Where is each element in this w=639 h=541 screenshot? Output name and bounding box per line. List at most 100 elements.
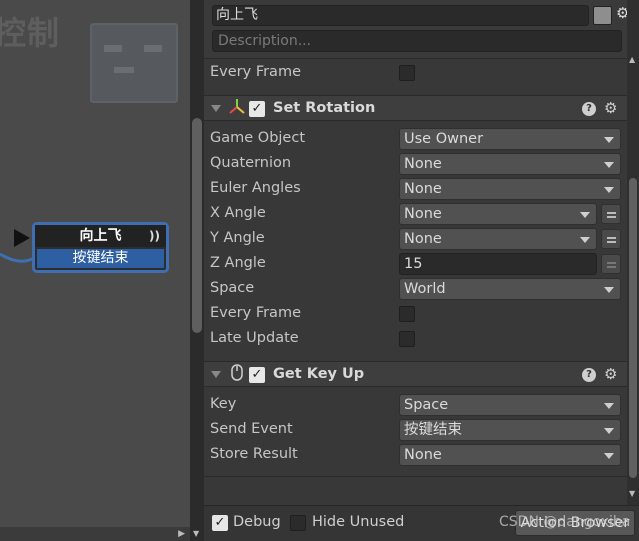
field-label: Space bbox=[210, 280, 255, 296]
scrollbar-thumb[interactable] bbox=[192, 118, 202, 333]
graph-horizontal-scrollbar[interactable]: ▶ bbox=[0, 527, 190, 541]
action-header-set-rotation[interactable]: ✓ Set Rotation ? ⚙ bbox=[204, 95, 627, 121]
field-label: Late Update bbox=[210, 330, 299, 346]
every-frame-checkbox[interactable] bbox=[399, 65, 415, 81]
scroll-right-icon[interactable]: ▶ bbox=[178, 529, 185, 539]
divider bbox=[204, 476, 627, 477]
store-result-row: Store Result None bbox=[204, 443, 627, 468]
scroll-up-icon[interactable]: ▲ bbox=[629, 55, 635, 64]
x-angle-row: X Angle None bbox=[204, 202, 627, 227]
late-update-row: Late Update bbox=[204, 327, 627, 352]
game-object-row: Game Object Use Owner bbox=[204, 127, 627, 152]
state-color-swatch[interactable] bbox=[593, 6, 612, 25]
action-browser-button[interactable]: Action Browser bbox=[515, 510, 635, 536]
quaternion-row: Quaternion None bbox=[204, 152, 627, 177]
help-icon[interactable]: ? bbox=[582, 102, 596, 116]
mouse-icon bbox=[231, 364, 243, 381]
description-input[interactable]: Description... bbox=[212, 30, 622, 52]
dropdown-value: World bbox=[404, 281, 446, 297]
gear-icon[interactable]: ⚙ bbox=[604, 99, 617, 117]
game-object-dropdown[interactable]: Use Owner bbox=[399, 128, 621, 150]
dropdown-value: None bbox=[404, 206, 442, 222]
space-row: Space World bbox=[204, 277, 627, 302]
dropdown-value: Space bbox=[404, 397, 449, 413]
dropdown-value: None bbox=[404, 231, 442, 247]
inspector-vertical-scrollbar[interactable]: ▲ ▼ bbox=[627, 0, 639, 505]
z-angle-row: Z Angle 15 bbox=[204, 252, 627, 277]
state-node-title: 向上飞 bbox=[79, 228, 122, 244]
chevron-down-icon bbox=[604, 287, 614, 293]
late-update-checkbox[interactable] bbox=[399, 331, 415, 347]
hide-unused-checkbox[interactable] bbox=[290, 515, 306, 531]
state-inspector: 向上飞 ⚙ Description... Every Frame ✓ Set R… bbox=[204, 0, 627, 505]
graph-vertical-scrollbar[interactable]: ▼ bbox=[190, 0, 204, 541]
fsm-graph-canvas[interactable]: 控制 向上飞 )) 按键结束 ▶ bbox=[0, 0, 190, 541]
dropdown-value: None bbox=[404, 181, 442, 197]
key-row: Key Space bbox=[204, 393, 627, 418]
field-label: Every Frame bbox=[210, 64, 301, 80]
action-enabled-checkbox[interactable]: ✓ bbox=[249, 101, 265, 117]
z-angle-input[interactable]: 15 bbox=[399, 253, 597, 275]
debug-label: Debug bbox=[233, 514, 281, 530]
chevron-down-icon bbox=[604, 403, 614, 409]
chevron-down-icon bbox=[604, 162, 614, 168]
field-label: Z Angle bbox=[210, 255, 266, 271]
x-angle-dropdown[interactable]: None bbox=[399, 203, 597, 225]
chevron-down-icon bbox=[580, 237, 590, 243]
chevron-down-icon bbox=[604, 137, 614, 143]
variable-toggle-button[interactable] bbox=[601, 254, 621, 274]
field-label: Euler Angles bbox=[210, 180, 301, 196]
field-label: Game Object bbox=[210, 130, 306, 146]
store-result-dropdown[interactable]: None bbox=[399, 444, 621, 466]
euler-angles-dropdown[interactable]: None bbox=[399, 178, 621, 200]
action-header-get-key-up[interactable]: ✓ Get Key Up ? ⚙ bbox=[204, 361, 627, 387]
scrollbar-thumb[interactable] bbox=[629, 178, 637, 478]
send-event-dropdown[interactable]: 按键结束 bbox=[399, 419, 621, 441]
chevron-down-icon bbox=[604, 428, 614, 434]
help-icon[interactable]: ? bbox=[582, 368, 596, 382]
field-label: Key bbox=[210, 396, 237, 412]
transition-arrow-icon bbox=[14, 229, 30, 247]
dropdown-value: 按键结束 bbox=[404, 422, 462, 438]
state-node[interactable]: 向上飞 )) 按键结束 bbox=[32, 222, 169, 273]
state-node-event[interactable]: 按键结束 bbox=[37, 249, 164, 268]
debug-checkbox[interactable]: ✓ bbox=[212, 515, 228, 531]
inspector-toolbar: ✓ Debug Hide Unused Action Browser CSDN … bbox=[204, 505, 639, 541]
every-frame-row: Every Frame bbox=[204, 302, 627, 327]
field-label: Quaternion bbox=[210, 155, 292, 171]
chevron-down-icon bbox=[604, 187, 614, 193]
scroll-down-icon[interactable]: ▼ bbox=[193, 529, 199, 538]
field-label: Every Frame bbox=[210, 305, 301, 321]
collapse-triangle-icon[interactable] bbox=[211, 371, 221, 378]
variable-toggle-button[interactable] bbox=[601, 204, 621, 224]
scroll-down-icon[interactable]: ▼ bbox=[629, 489, 635, 498]
euler-angles-row: Euler Angles None bbox=[204, 177, 627, 202]
hide-unused-label: Hide Unused bbox=[312, 514, 405, 530]
transform-axes-icon bbox=[229, 99, 245, 114]
chevron-down-icon bbox=[580, 212, 590, 218]
broadcast-icon: )) bbox=[149, 229, 160, 243]
chevron-down-icon bbox=[604, 453, 614, 459]
field-label: Store Result bbox=[210, 446, 298, 462]
action-title: Get Key Up bbox=[273, 366, 365, 382]
every-frame-checkbox[interactable] bbox=[399, 306, 415, 322]
action-enabled-checkbox[interactable]: ✓ bbox=[249, 367, 265, 383]
key-dropdown[interactable]: Space bbox=[399, 394, 621, 416]
space-dropdown[interactable]: World bbox=[399, 278, 621, 300]
y-angle-dropdown[interactable]: None bbox=[399, 228, 597, 250]
send-event-row: Send Event 按键结束 bbox=[204, 418, 627, 443]
state-name-input[interactable]: 向上飞 bbox=[212, 5, 589, 26]
prev-every-frame-row: Every Frame bbox=[204, 61, 627, 86]
gear-icon[interactable]: ⚙ bbox=[616, 4, 627, 22]
variable-toggle-button[interactable] bbox=[601, 229, 621, 249]
collapse-triangle-icon[interactable] bbox=[211, 105, 221, 112]
gear-icon[interactable]: ⚙ bbox=[604, 365, 617, 383]
state-header: 向上飞 ⚙ Description... bbox=[204, 0, 627, 58]
quaternion-dropdown[interactable]: None bbox=[399, 153, 621, 175]
y-angle-row: Y Angle None bbox=[204, 227, 627, 252]
dropdown-value: Use Owner bbox=[404, 131, 484, 147]
divider bbox=[204, 58, 627, 59]
state-node-header[interactable]: 向上飞 )) bbox=[35, 225, 166, 247]
field-label: Send Event bbox=[210, 421, 293, 437]
action-title: Set Rotation bbox=[273, 100, 376, 116]
